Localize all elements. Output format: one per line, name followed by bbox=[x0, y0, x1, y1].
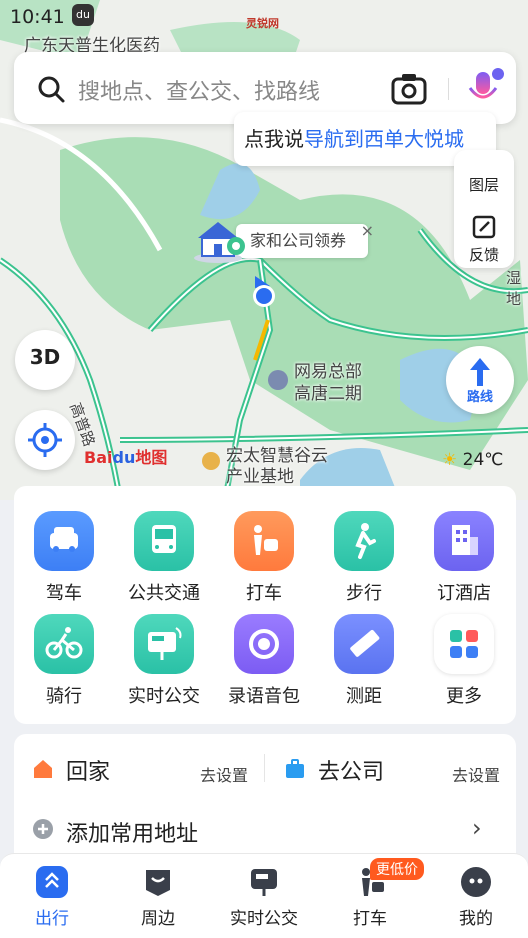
app-notification-icon: du bbox=[72, 4, 94, 26]
home-address-row[interactable]: 回家 去设置 bbox=[14, 734, 264, 804]
3d-toggle-button[interactable]: 3D bbox=[15, 330, 75, 390]
close-icon[interactable]: × bbox=[361, 214, 374, 248]
taxi-discount-badge: 更低价 bbox=[370, 858, 424, 880]
grid-item-transit[interactable]: 公共交通 bbox=[114, 511, 214, 605]
feedback-label: 反馈 bbox=[468, 246, 499, 264]
home-coupon-bubble[interactable]: 家和公司领券 × bbox=[236, 221, 374, 258]
realtime-bus-icon bbox=[134, 614, 194, 674]
current-location-marker-icon bbox=[250, 276, 280, 310]
taxi-icon bbox=[234, 511, 294, 571]
tab-label: 我的 bbox=[459, 909, 493, 929]
grid-item-walk[interactable]: 步行 bbox=[314, 511, 414, 605]
add-address-row[interactable]: 添加常用地址 › bbox=[14, 812, 516, 852]
home-icon bbox=[34, 760, 52, 778]
route-button[interactable]: 路线 bbox=[446, 346, 514, 414]
realtime-bus-tab-icon bbox=[248, 866, 280, 898]
tab-nearby[interactable]: 周边 bbox=[113, 866, 203, 929]
add-address-label: 添加常用地址 bbox=[66, 822, 199, 847]
grid-item-label: 录语音包 bbox=[228, 686, 300, 707]
more-icon bbox=[434, 614, 494, 674]
grid-item-label: 打车 bbox=[246, 583, 282, 604]
company-set-link[interactable]: 去设置 bbox=[452, 762, 500, 786]
weather-widget[interactable]: ☀ 24℃ bbox=[442, 450, 503, 470]
layers-button[interactable]: 图层 bbox=[454, 174, 514, 195]
grid-item-label: 实时公交 bbox=[128, 686, 200, 707]
car-icon bbox=[34, 511, 94, 571]
status-bar: 10:41 du 灵锐网 bbox=[0, 0, 528, 34]
poi-label[interactable]: 湿地 bbox=[506, 268, 528, 310]
baidu-map-logo: Baidu地图 bbox=[84, 448, 168, 467]
tab-label: 周边 bbox=[141, 909, 175, 929]
company-label: 去公司 bbox=[318, 760, 385, 785]
grid-item-voice-pack[interactable]: 录语音包 bbox=[214, 614, 314, 708]
tab-label: 出行 bbox=[35, 909, 69, 929]
poi-hongtai-icon bbox=[202, 452, 220, 470]
walk-icon bbox=[334, 511, 394, 571]
home-set-link[interactable]: 去设置 bbox=[200, 762, 248, 786]
voice-tip-prefix: 点我说 bbox=[244, 127, 304, 151]
nearby-icon bbox=[142, 866, 174, 898]
tab-label: 实时公交 bbox=[230, 909, 298, 929]
grid-item-label: 驾车 bbox=[46, 583, 82, 604]
map-tools-panel: 图层 反馈 bbox=[454, 150, 514, 268]
crosshair-icon bbox=[28, 423, 62, 457]
poi-label[interactable]: 宏太智慧谷云 bbox=[226, 446, 328, 467]
sun-icon: ☀ bbox=[442, 450, 458, 470]
tab-travel[interactable]: 出行 bbox=[7, 866, 97, 929]
camera-icon[interactable] bbox=[390, 70, 428, 108]
feedback-button[interactable]: 反馈 bbox=[454, 214, 514, 265]
search-icon bbox=[38, 76, 65, 103]
poi-label[interactable]: 高唐二期 bbox=[294, 384, 362, 405]
travel-icon bbox=[36, 866, 68, 898]
hotel-icon bbox=[434, 511, 494, 571]
tab-label: 打车 bbox=[353, 909, 387, 929]
bus-icon bbox=[134, 511, 194, 571]
grid-item-hotel[interactable]: 订酒店 bbox=[414, 511, 514, 605]
company-address-row[interactable]: 去公司 去设置 bbox=[266, 734, 516, 804]
grid-item-label: 测距 bbox=[346, 686, 382, 707]
search-input[interactable]: 搜地点、查公交、找路线 bbox=[78, 74, 320, 106]
grid-item-realtime-bus[interactable]: 实时公交 bbox=[114, 614, 214, 708]
grid-item-label: 更多 bbox=[446, 686, 482, 707]
home-marker-icon[interactable] bbox=[192, 216, 246, 264]
chevron-right-icon: › bbox=[472, 814, 482, 842]
grid-item-ruler[interactable]: 测距 bbox=[314, 614, 414, 708]
home-label: 回家 bbox=[66, 760, 111, 785]
voice-assistant-icon[interactable] bbox=[464, 66, 504, 110]
ruler-icon bbox=[334, 614, 394, 674]
grid-item-label: 步行 bbox=[346, 583, 382, 604]
tab-mine[interactable]: 我的 bbox=[431, 866, 521, 929]
status-time: 10:41 bbox=[10, 6, 65, 28]
voice-tip-highlight: 导航到西单大悦城 bbox=[304, 127, 464, 151]
profile-icon bbox=[460, 866, 492, 898]
grid-item-more[interactable]: 更多 bbox=[414, 614, 514, 708]
grid-item-label: 骑行 bbox=[46, 686, 82, 707]
overlay-watermark: 灵锐网 bbox=[246, 17, 279, 30]
feature-grid: 驾车 公共交通 打车 步行 订酒店 骑行 实时公交 录语音包 测距 更多 bbox=[14, 486, 516, 724]
poi-label[interactable]: 网易总部 bbox=[294, 362, 362, 383]
bike-icon bbox=[34, 614, 94, 674]
route-label: 路线 bbox=[466, 390, 493, 405]
add-circle-icon bbox=[33, 819, 53, 839]
locate-me-button[interactable] bbox=[15, 410, 75, 470]
poi-label[interactable]: 产业基地 bbox=[226, 467, 294, 488]
feedback-edit-icon bbox=[472, 215, 496, 239]
3d-label: 3D bbox=[29, 345, 61, 369]
home-coupon-text: 家和公司领券 bbox=[250, 231, 347, 250]
briefcase-icon bbox=[286, 759, 304, 778]
grid-item-bike[interactable]: 骑行 bbox=[14, 614, 114, 708]
address-divider bbox=[264, 754, 265, 782]
voice-pack-icon bbox=[234, 614, 294, 674]
grid-item-label: 公共交通 bbox=[128, 583, 200, 604]
poi-netease-icon bbox=[268, 370, 288, 390]
grid-item-label: 订酒店 bbox=[437, 583, 491, 604]
layers-label: 图层 bbox=[468, 176, 499, 194]
search-divider bbox=[448, 78, 449, 100]
bottom-tab-bar: 出行 周边 实时公交 打车 我的 bbox=[0, 853, 528, 938]
grid-item-taxi[interactable]: 打车 bbox=[214, 511, 314, 605]
tab-realtime-bus[interactable]: 实时公交 bbox=[219, 866, 309, 929]
temperature: 24℃ bbox=[462, 450, 504, 470]
grid-item-drive[interactable]: 驾车 bbox=[14, 511, 114, 605]
